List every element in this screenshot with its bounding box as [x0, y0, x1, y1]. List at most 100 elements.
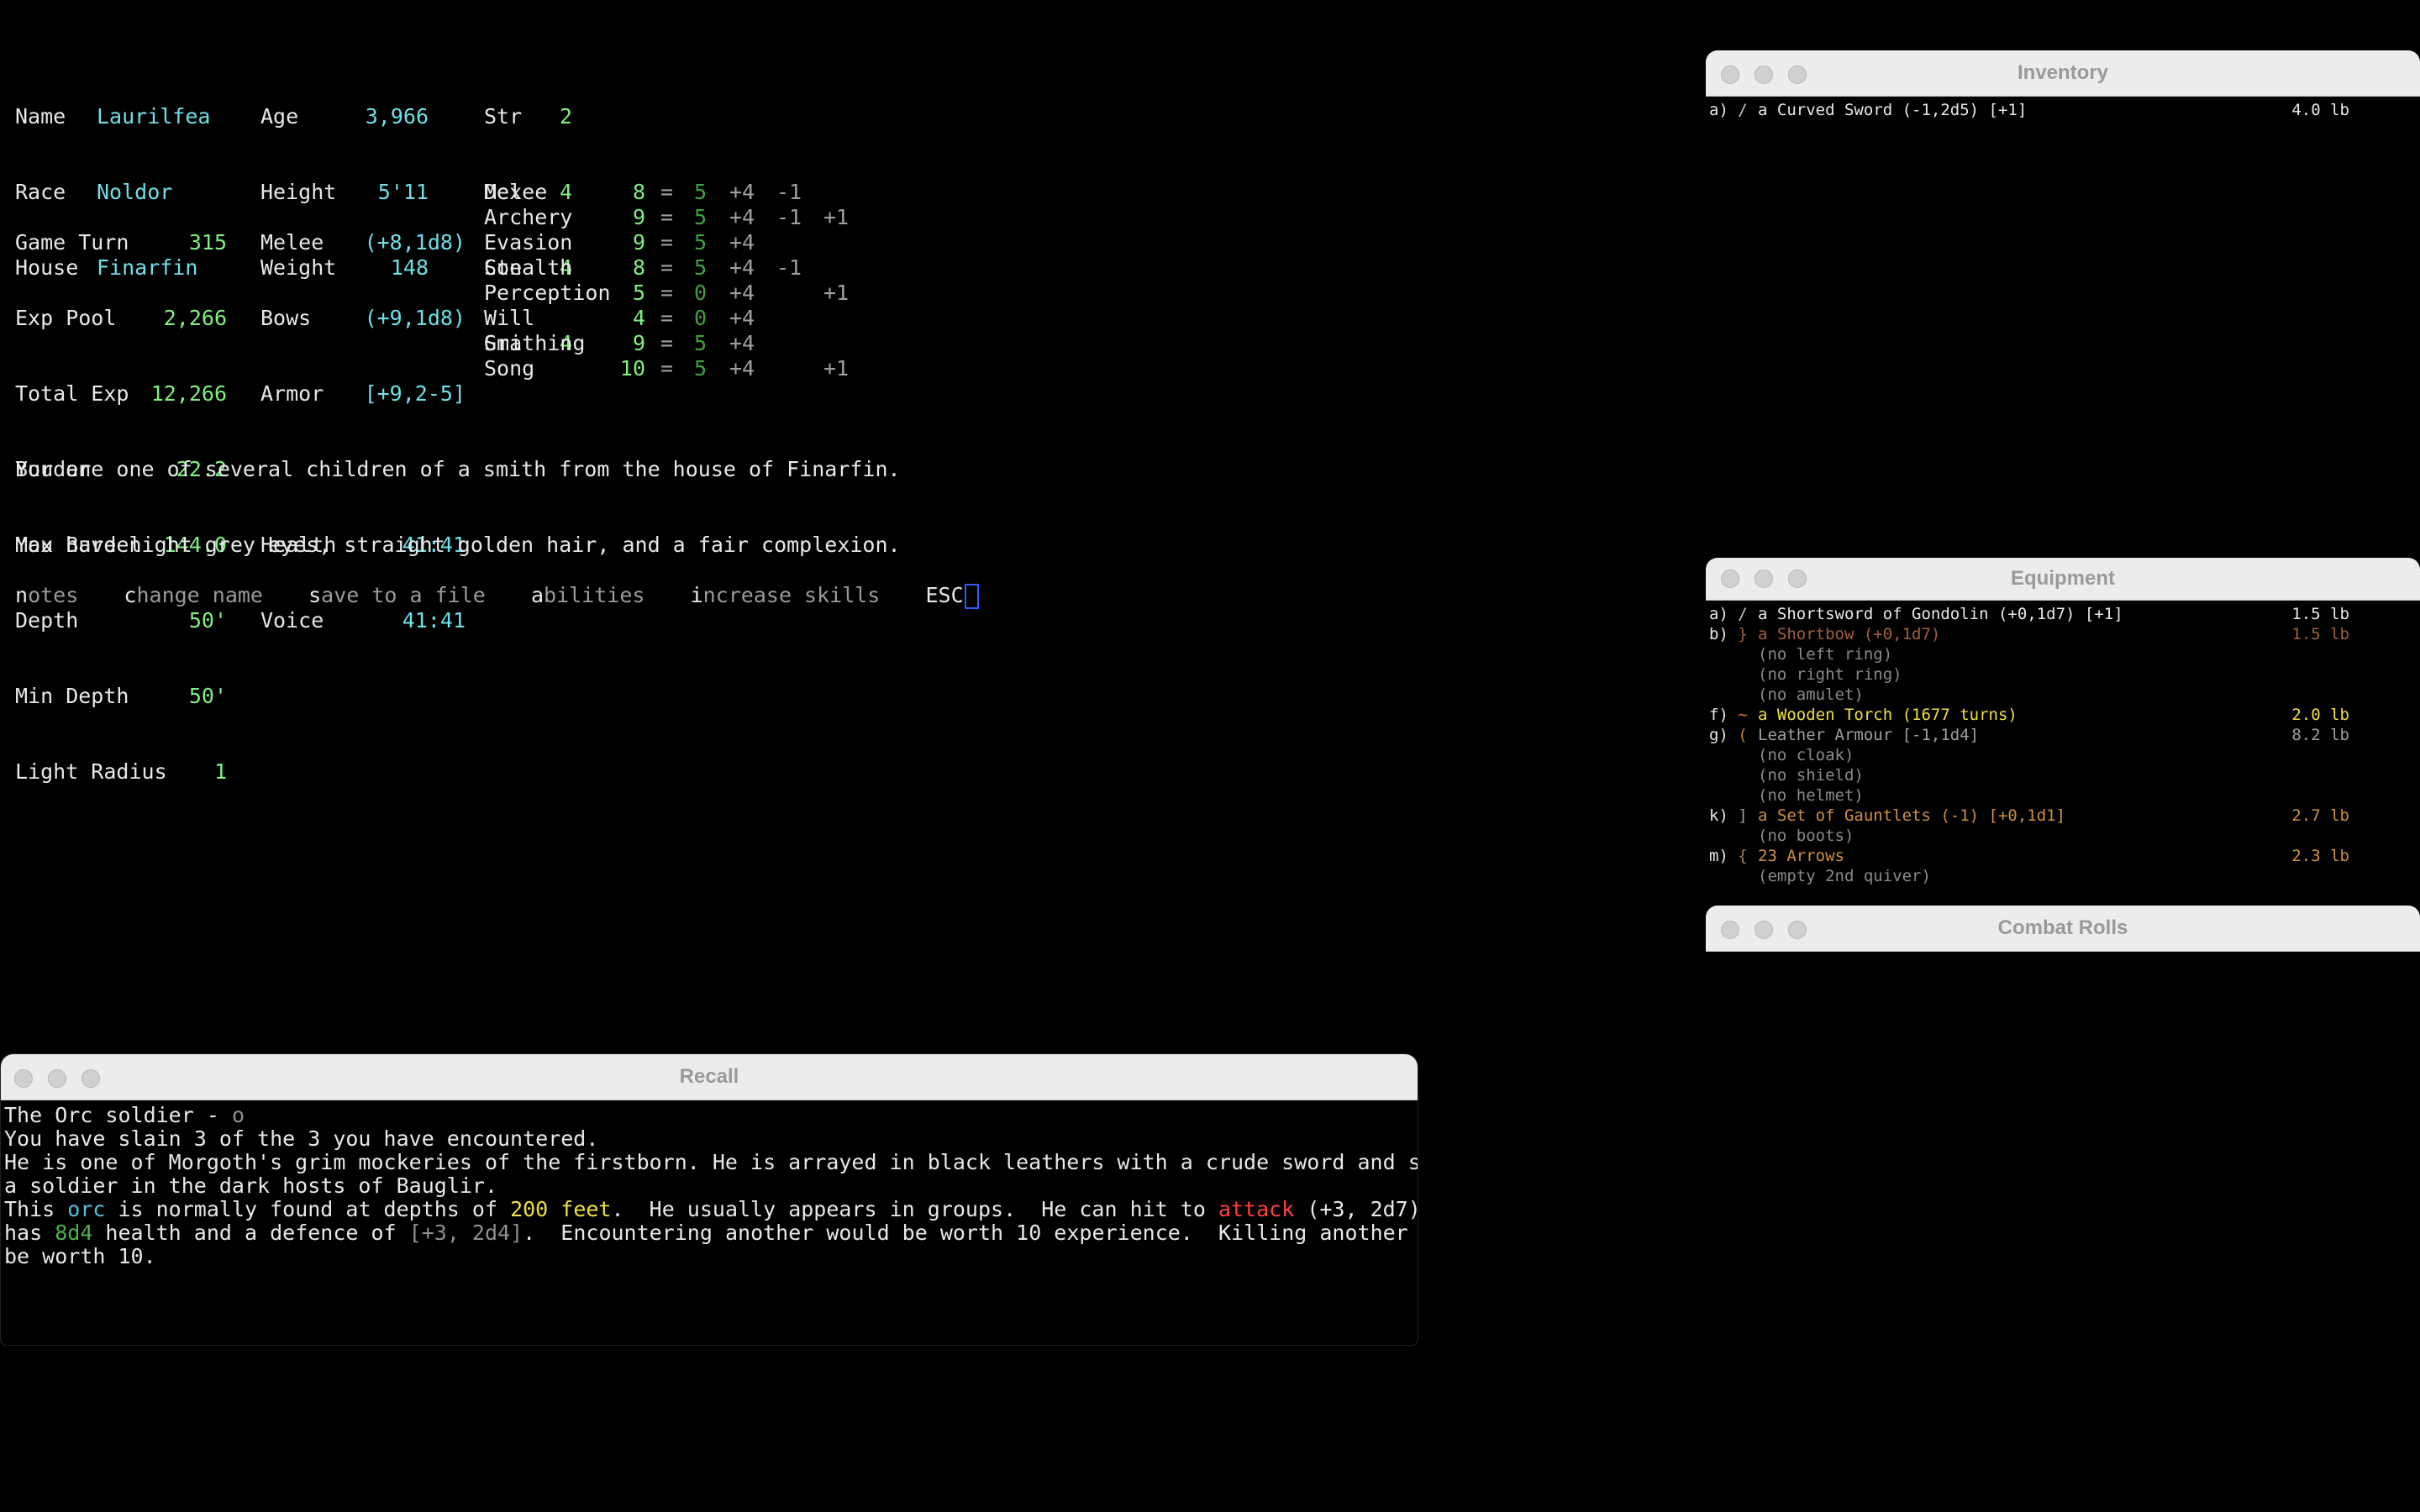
combat-label: Melee [260, 230, 324, 255]
abilities-command[interactable]: abilities [531, 583, 644, 607]
escape-command[interactable]: ESC [925, 583, 963, 607]
increase-skills-command[interactable]: increase skills [691, 583, 881, 607]
item-name: (empty 2nd quiver) [1758, 867, 1931, 885]
skill-bonus: +1 [823, 281, 850, 305]
monster-glyph: o [231, 1103, 245, 1127]
recall-line: You have slain 3 of the 3 you have encou… [4, 1126, 599, 1151]
item-name: a Wooden Torch (1677 turns) [1758, 706, 2018, 724]
change-name-command[interactable]: change name [124, 583, 263, 607]
notes-command[interactable]: notes [15, 583, 78, 607]
inventory-titlebar[interactable]: Inventory [1706, 50, 2420, 97]
item-row[interactable]: (no shield) [1706, 765, 2420, 785]
item-row[interactable]: a) / a Shortsword of Gondolin (+0,1d7) [+1… [1706, 604, 2420, 624]
item-glyph-icon: { [1738, 847, 1748, 865]
item-row[interactable]: (no left ring) [1706, 644, 2420, 664]
recall-line: a soldier in the dark hosts of Bauglir. [4, 1173, 497, 1198]
combat-row: Melee (+8,1d8) [260, 230, 466, 255]
save-to-file-command[interactable]: save to a file [308, 583, 486, 607]
skill-base: 5 [694, 331, 708, 355]
recall-titlebar[interactable]: Recall [1, 1054, 1418, 1100]
vital-value: 41:41 [402, 608, 466, 633]
item-name: (no right ring) [1758, 665, 1902, 684]
skill-row: Smithing 9 = 5 +4 [484, 331, 879, 356]
item-name: (no boots) [1758, 827, 1854, 845]
skill-label: Archery [484, 205, 573, 229]
recall-line: has 8d4 health and a defence of [+3, 2d4… [4, 1221, 1418, 1245]
skill-label: Smithing [484, 331, 586, 355]
skill-base: 5 [694, 205, 708, 229]
recall-line: He is one of Morgoth's grim mockeries of… [4, 1150, 1418, 1174]
info-row: Exp Pool 2,266 [15, 306, 227, 331]
skill-mod: -1 [776, 180, 802, 204]
item-row[interactable]: m) {23 Arrows 2.3 lb [1706, 846, 2420, 866]
combat-value: (+9,1d8) [364, 306, 466, 330]
item-row[interactable]: (no cloak) [1706, 745, 2420, 765]
item-name: 23 Arrows [1758, 847, 1844, 865]
item-weight: 2.0 lb [2291, 706, 2349, 724]
skill-race-mod: +4 [729, 180, 755, 204]
item-row[interactable]: g) (Leather Armour [-1,1d4] 8.2 lb [1706, 725, 2420, 745]
info-value: 2,266 [163, 306, 227, 330]
skill-label: Melee [484, 180, 548, 204]
skill-race-mod: +4 [729, 205, 755, 229]
item-name: (no helmet) [1758, 786, 1864, 805]
item-row[interactable]: (no amulet) [1706, 685, 2420, 705]
item-name: a Shortsword of Gondolin (+0,1d7) [+1] [1758, 605, 2123, 623]
skill-row: Melee 8 = 5 +4 -1 [484, 180, 879, 205]
item-row[interactable]: (empty 2nd quiver) [1706, 866, 2420, 886]
info-label: Total Exp [15, 381, 129, 406]
item-weight: 2.3 lb [2291, 847, 2349, 865]
skill-mod: -1 [776, 255, 802, 280]
item-row[interactable]: b)} a Shortbow (+0,1d7) 1.5 lb [1706, 624, 2420, 644]
inventory-list: a) / a Curved Sword (-1,2d5) [+1] 4.0 lb [1706, 97, 2420, 569]
combat-row: Bows (+9,1d8) [260, 306, 466, 331]
skill-total: 8 [632, 255, 645, 280]
combat-label: Armor [260, 381, 324, 406]
item-row[interactable]: (no boots) [1706, 826, 2420, 846]
skill-equals: = [660, 331, 674, 355]
item-name: a Curved Sword (-1,2d5) [+1] [1758, 101, 2028, 119]
item-row[interactable]: (no helmet) [1706, 785, 2420, 806]
item-weight: 1.5 lb [2291, 605, 2349, 623]
item-row[interactable]: k)] a Set of Gauntlets (-1) [+0,1d1] 2.7 l… [1706, 806, 2420, 826]
item-slot-letter: a) [1709, 605, 1728, 623]
name-label: Name [15, 104, 66, 129]
item-row[interactable]: f) ~ a Wooden Torch (1677 turns) 2.0 lb [1706, 705, 2420, 725]
item-glyph-icon: } [1738, 625, 1748, 643]
skill-equals: = [660, 255, 674, 280]
item-row[interactable]: (no right ring) [1706, 664, 2420, 685]
skill-race-mod: +4 [729, 255, 755, 280]
skill-row: Perception 5 = 0 +4 +1 [484, 281, 879, 306]
vital-row: Voice 41:41 [260, 608, 466, 633]
skill-row: Archery 9 = 5 +4 -1 +1 [484, 205, 879, 230]
item-name: Leather Armour [-1,1d4] [1758, 726, 1980, 744]
stat-value: 2 [560, 104, 573, 129]
item-glyph-icon: / [1738, 605, 1748, 623]
skill-equals: = [660, 306, 674, 330]
stat-row: Str 2 [484, 104, 585, 129]
info-label: Game Turn [15, 230, 129, 255]
combat-rolls-titlebar[interactable]: Combat Rolls [1706, 906, 2420, 952]
item-glyph-icon: / [1738, 101, 1748, 119]
info-row: Game Turn 315 [15, 230, 227, 255]
equipment-list: a) / a Shortsword of Gondolin (+0,1d7) [+1… [1706, 601, 2420, 902]
equipment-title: Equipment [2011, 567, 2115, 590]
item-glyph-icon: ] [1738, 806, 1748, 825]
item-row[interactable]: a) / a Curved Sword (-1,2d5) [+1] 4.0 lb [1706, 100, 2420, 120]
age-label: Age [260, 104, 299, 129]
skill-equals: = [660, 230, 674, 255]
skill-mod: -1 [776, 205, 802, 229]
combat-rolls-window: Combat Rolls [1706, 906, 2420, 1336]
skill-label: Song [484, 356, 535, 381]
item-slot-letter: f) [1709, 706, 1728, 724]
command-bar: notes change name save to a file abiliti… [15, 583, 979, 609]
skill-race-mod: +4 [729, 331, 755, 355]
skill-race-mod: +4 [729, 306, 755, 330]
game-screen: Name Laurilfea Race Noldor House Finarfin A… [0, 0, 2420, 1512]
equipment-titlebar[interactable]: Equipment [1706, 558, 2420, 601]
recall-line: be worth 10. [4, 1244, 156, 1268]
recall-title: Recall [679, 1065, 739, 1088]
skill-total: 9 [632, 230, 645, 255]
character-sheet: Name Laurilfea Race Noldor House Finarfin A… [15, 54, 906, 784]
character-name: Laurilfea [97, 104, 211, 129]
